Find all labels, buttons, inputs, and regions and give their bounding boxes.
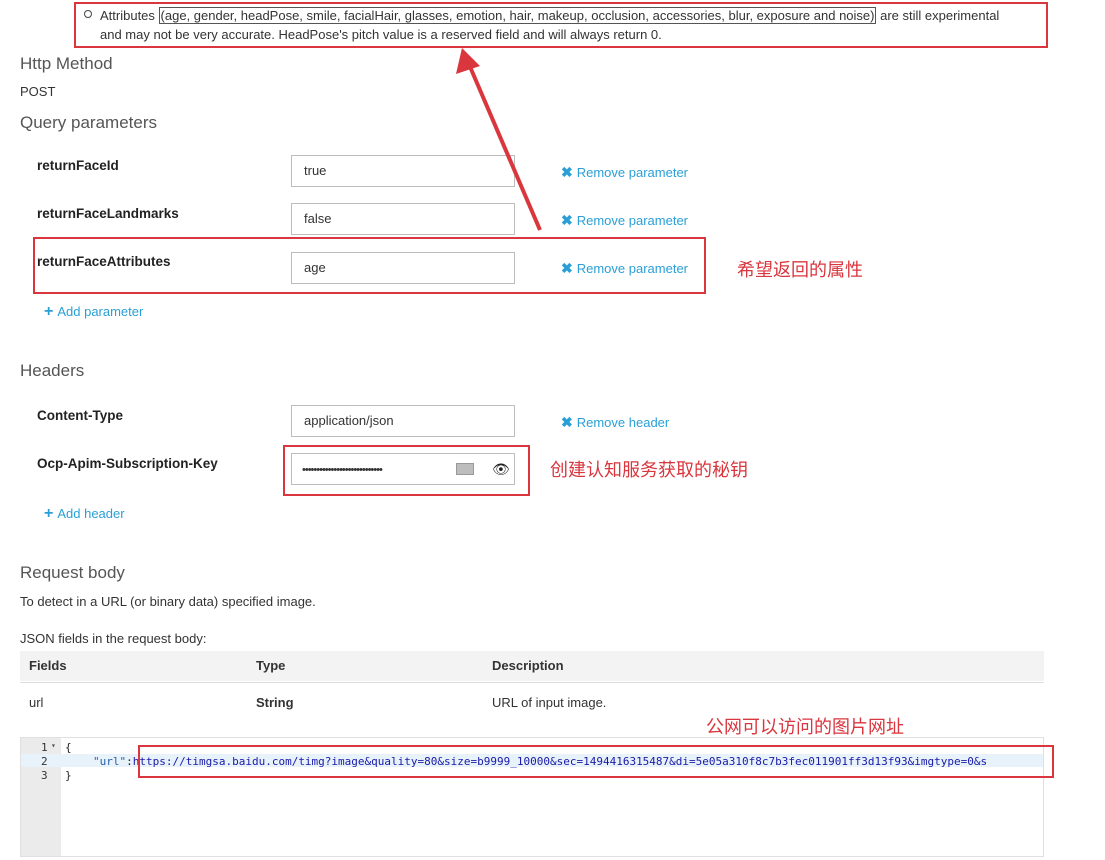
remove-parameter-button-1[interactable]: ✖ Remove parameter [561, 164, 688, 181]
column-header-fields: Fields [29, 658, 67, 673]
header-name-content-type: Content-Type [37, 408, 123, 423]
column-header-type: Type [256, 658, 286, 673]
http-method-title: Http Method [20, 54, 113, 73]
code-line-1: { [65, 741, 72, 754]
remove-header-button[interactable]: ✖ Remove header [561, 414, 669, 431]
json-key: "url" [93, 755, 127, 768]
column-header-description: Description [492, 658, 564, 673]
add-parameter-button[interactable]: + Add parameter [44, 303, 143, 321]
param-name-returnfaceid: returnFaceId [37, 158, 119, 173]
add-parameter-label: Add parameter [57, 304, 144, 319]
remove-x-icon: ✖ [561, 164, 573, 180]
query-parameters-title: Query parameters [20, 113, 157, 132]
http-method-value: POST [20, 84, 56, 99]
header-value-content-type[interactable]: application/json [291, 405, 515, 437]
json-fields-label: JSON fields in the request body: [20, 631, 207, 646]
fields-table: Fields Type Description url String URL o… [20, 651, 1044, 721]
param-name-returnfacelandmarks: returnFaceLandmarks [37, 206, 179, 221]
header-name-subscription-key: Ocp-Apim-Subscription-Key [37, 456, 218, 471]
annotation-box-url [138, 745, 1054, 778]
line-number-3: 3 [41, 769, 48, 782]
remove-header-label: Remove header [576, 415, 670, 430]
remove-x-icon: ✖ [561, 414, 573, 430]
code-line-3: } [65, 769, 72, 782]
annotation-key: 创建认知服务获取的秘钥 [550, 460, 748, 481]
table-divider [20, 682, 1044, 683]
line-number-1: 1 [41, 741, 48, 754]
plus-icon: + [44, 505, 54, 522]
remove-parameter-button-2[interactable]: ✖ Remove parameter [561, 212, 688, 229]
json-colon: : [126, 755, 133, 768]
cell-type-string: String [256, 695, 294, 710]
annotation-box-attributes [33, 237, 706, 294]
cell-description: URL of input image. [492, 695, 607, 710]
request-body-description: To detect in a URL (or binary data) spec… [20, 594, 316, 609]
remove-x-icon: ✖ [561, 212, 573, 228]
remove-parameter-label: Remove parameter [576, 213, 689, 228]
line-number-2: 2 [41, 755, 48, 768]
cell-field-url: url [29, 695, 44, 710]
remove-parameter-label: Remove parameter [576, 165, 689, 180]
fold-arrow-icon[interactable]: ▾ [51, 741, 56, 750]
annotation-attributes: 希望返回的属性 [737, 260, 863, 281]
annotation-arrow [456, 48, 542, 231]
add-header-label: Add header [57, 506, 125, 521]
annotation-url: 公网可以访问的图片网址 [706, 717, 904, 738]
annotation-box-note [74, 2, 1048, 48]
annotation-box-key [283, 445, 530, 496]
request-body-title: Request body [20, 563, 125, 582]
plus-icon: + [44, 303, 54, 320]
headers-title: Headers [20, 361, 85, 380]
add-header-button[interactable]: + Add header [44, 505, 125, 523]
